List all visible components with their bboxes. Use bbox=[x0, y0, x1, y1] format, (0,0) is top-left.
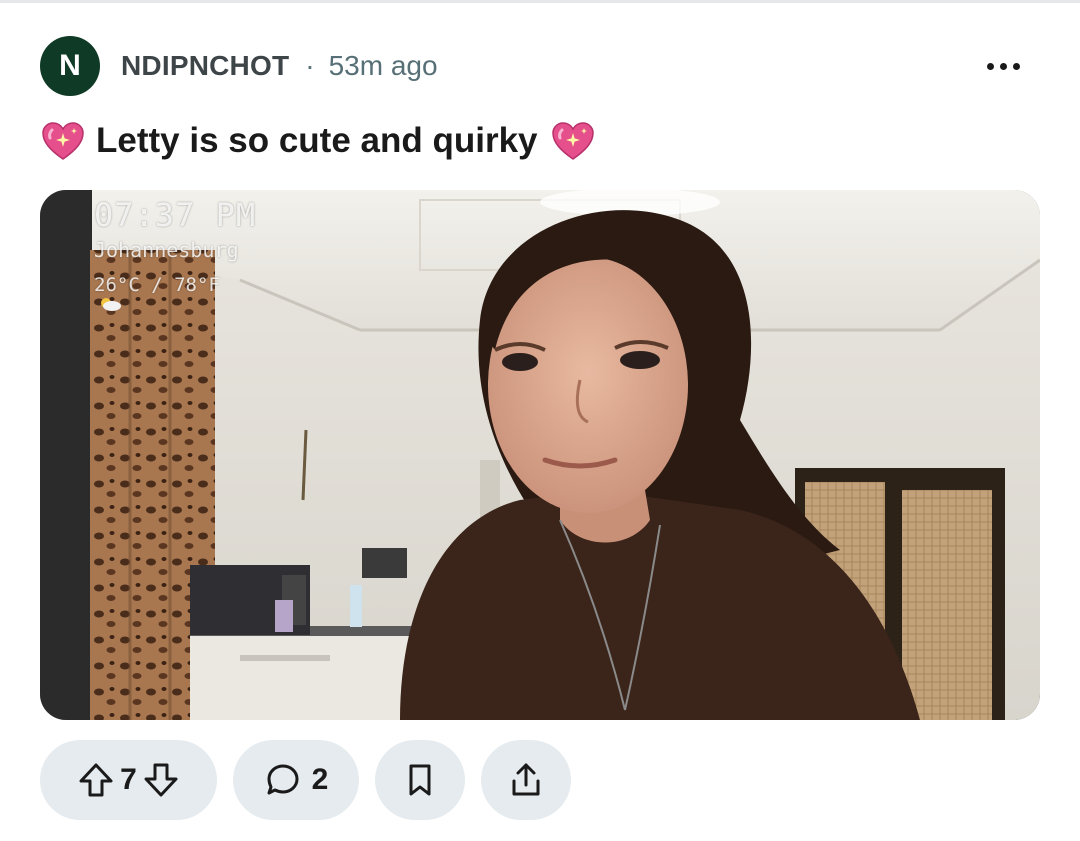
post-card: N NDIPNCHOT · 53m ago Letty is so cute a… bbox=[0, 0, 1080, 841]
overlay-temperature: 26°C / 78°F bbox=[94, 274, 220, 312]
avatar-initial: N bbox=[59, 49, 81, 82]
post-timestamp: 53m ago bbox=[328, 50, 438, 81]
comment-bubble-icon bbox=[267, 764, 299, 795]
share-icon bbox=[512, 763, 540, 796]
comments-button[interactable]: 2 bbox=[233, 740, 359, 820]
sparkling-heart-icon bbox=[42, 122, 84, 160]
share-button[interactable] bbox=[481, 740, 571, 820]
vote-count: 7 bbox=[120, 763, 137, 796]
more-options-icon bbox=[986, 62, 994, 70]
comment-count: 2 bbox=[311, 763, 329, 796]
meta-separator: · bbox=[305, 50, 315, 81]
post-title[interactable]: Letty is so cute and quirky bbox=[40, 116, 596, 166]
avatar[interactable]: N bbox=[40, 36, 100, 96]
vote-control: 7 bbox=[40, 740, 217, 820]
upvote-icon[interactable] bbox=[76, 760, 116, 800]
video-call-photo bbox=[40, 190, 1040, 720]
more-options-dot bbox=[1012, 62, 1020, 70]
downvote-icon[interactable] bbox=[141, 760, 181, 800]
bookmark-icon bbox=[409, 764, 431, 796]
post-header: N NDIPNCHOT · 53m ago bbox=[40, 36, 438, 96]
save-button[interactable] bbox=[375, 740, 465, 820]
more-options-dot bbox=[999, 62, 1007, 70]
more-options-button[interactable] bbox=[975, 48, 1031, 84]
post-image[interactable]: 07:37 PM Johannesburg 26°C / 78°F bbox=[40, 190, 1040, 720]
post-actions: 7 2 bbox=[40, 740, 571, 820]
overlay-clock: 07:37 PM bbox=[94, 196, 257, 234]
overlay-temperature-text: 26°C / 78°F bbox=[94, 274, 220, 296]
author-username[interactable]: NDIPNCHOT bbox=[121, 50, 289, 82]
sparkling-heart-icon bbox=[551, 122, 594, 160]
overlay-location: Johannesburg bbox=[94, 238, 239, 262]
partly-cloudy-icon bbox=[101, 298, 121, 311]
post-title-text: Letty is so cute and quirky bbox=[96, 121, 538, 160]
